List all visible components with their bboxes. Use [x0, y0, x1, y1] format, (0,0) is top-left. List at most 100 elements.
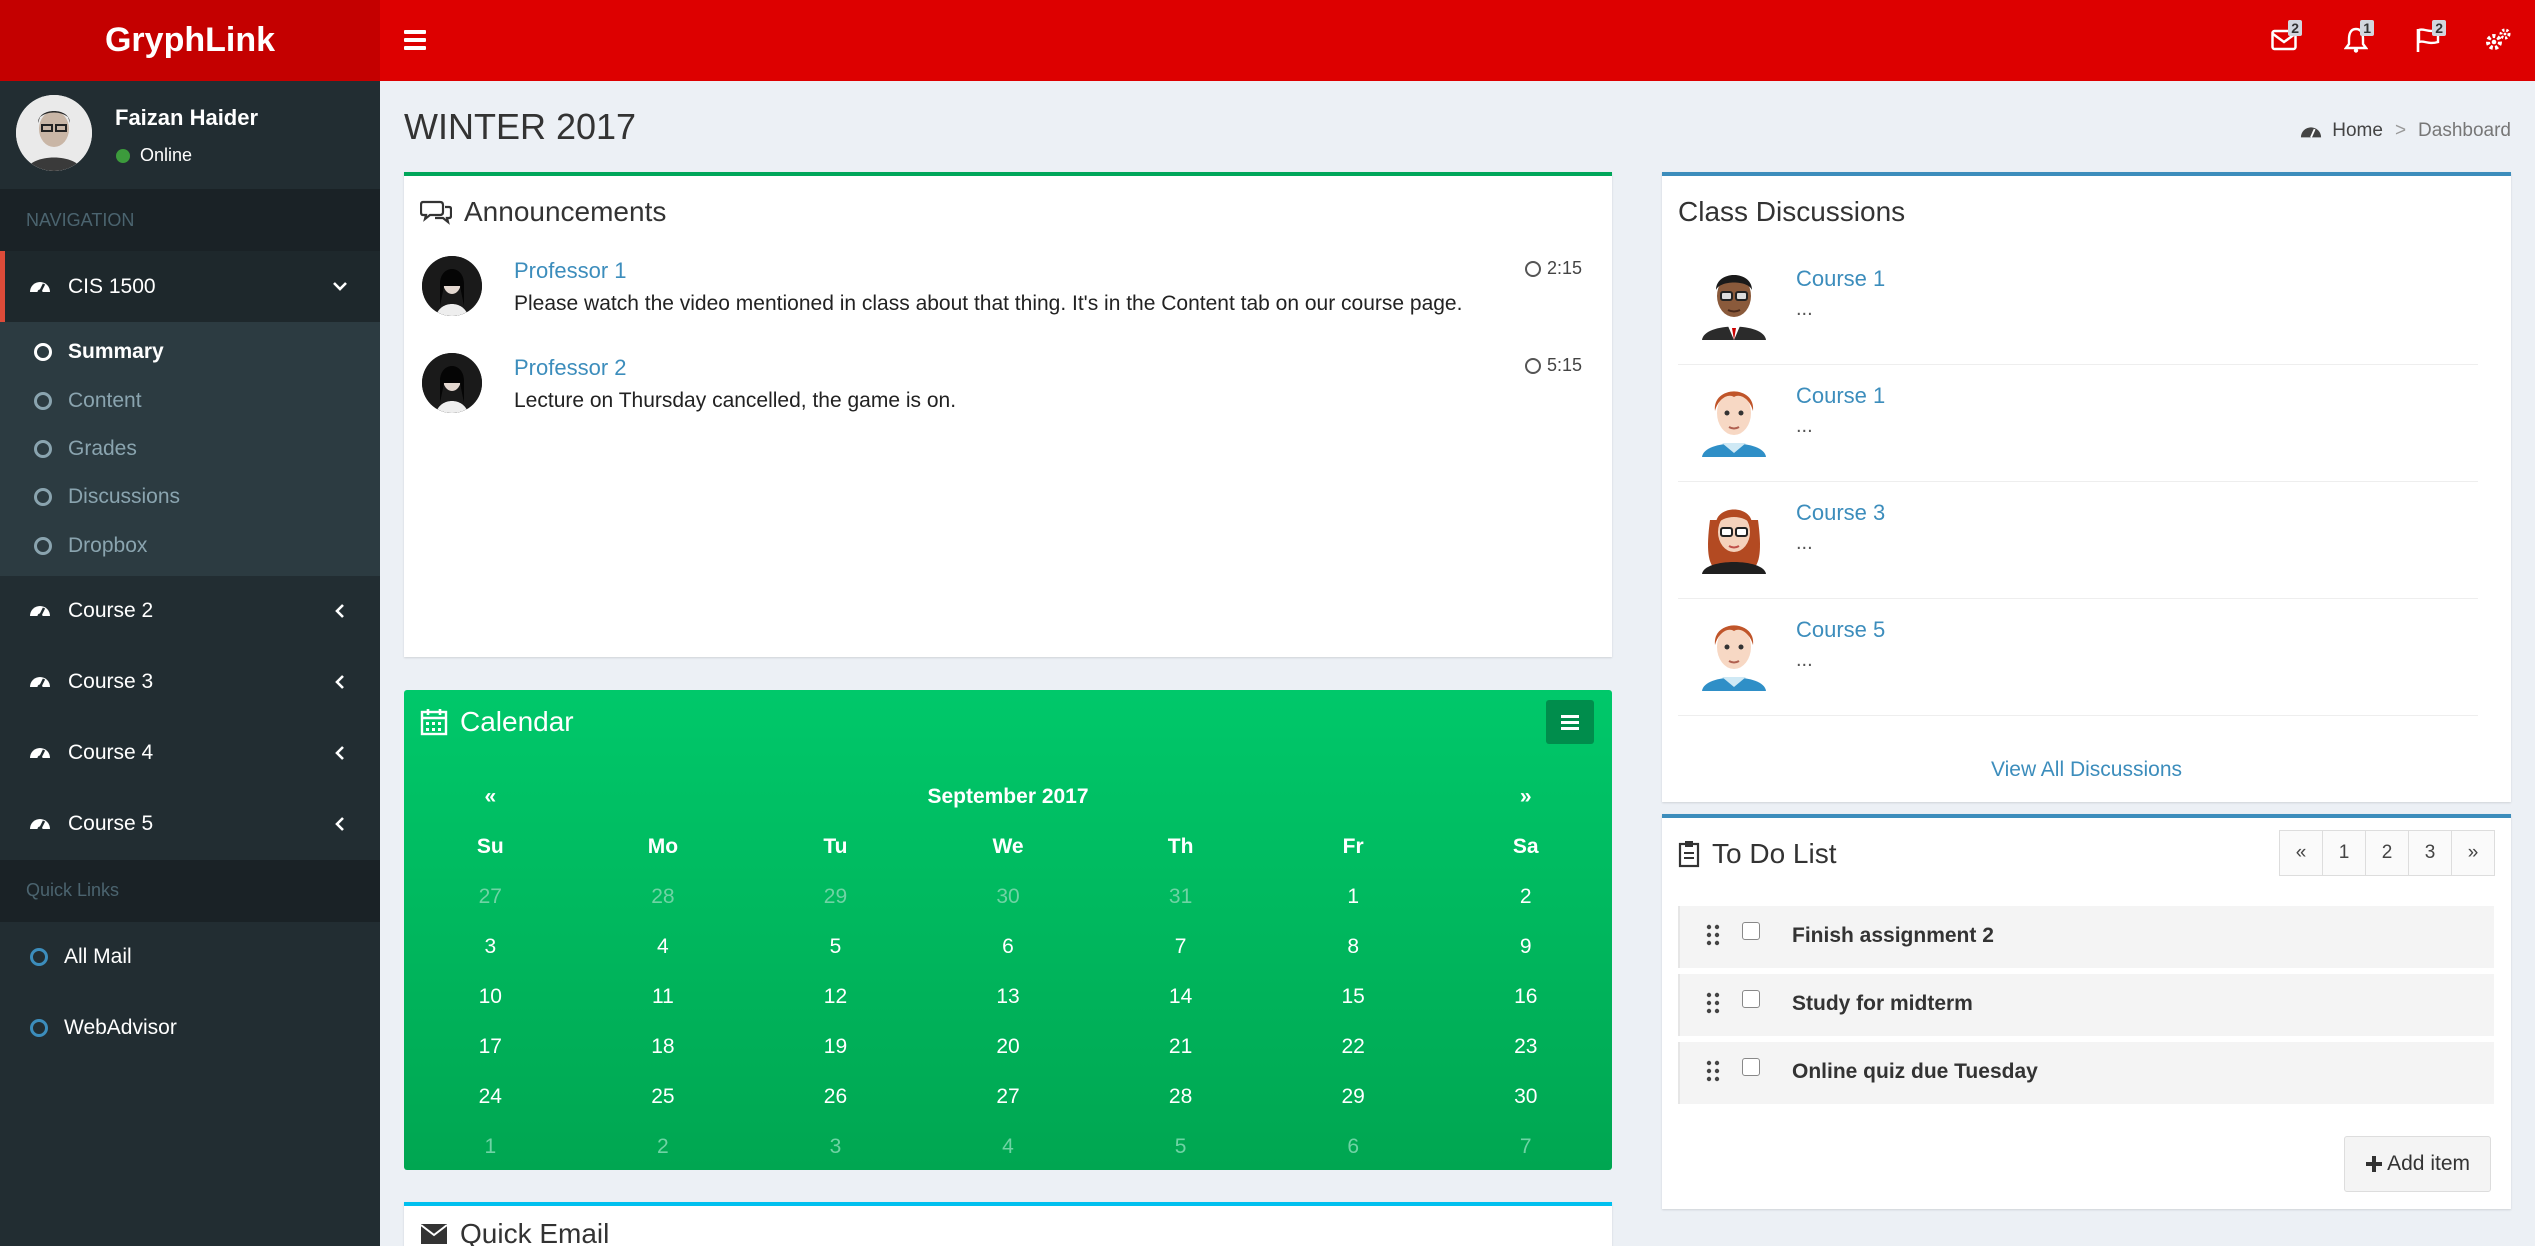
calendar-day[interactable]: 3	[749, 1135, 922, 1159]
calendar-menu-button[interactable]	[1546, 700, 1594, 744]
calendar-day[interactable]: 6	[1267, 1135, 1440, 1159]
calendar-grid: « September 2017 » Su Mo Tu We Th Fr Sa 27 28 29…	[404, 772, 1612, 1172]
sidebar-item-course-4[interactable]: Course 4	[0, 718, 380, 789]
calendar-day[interactable]: 13	[922, 985, 1095, 1009]
todo-checkbox[interactable]	[1742, 1058, 1760, 1076]
bars-icon[interactable]	[404, 26, 426, 54]
pager-next[interactable]: »	[2451, 830, 2495, 876]
calendar-day[interactable]: 1	[404, 1135, 577, 1159]
calendar-day[interactable]: 4	[577, 935, 750, 959]
calendar-day[interactable]: 28	[1094, 1085, 1267, 1109]
avatar	[1694, 256, 1774, 340]
sidebar-item-course-5[interactable]: Course 5	[0, 789, 380, 860]
view-all-discussions-link[interactable]: View All Discussions	[1662, 758, 2511, 782]
gears-icon[interactable]	[2478, 20, 2518, 60]
submenu-item-discussions[interactable]: Discussions	[0, 473, 380, 521]
discussion-course-link[interactable]: Course 1	[1796, 383, 1885, 409]
sidebar-item-cis1500[interactable]: CIS 1500	[0, 251, 380, 322]
submenu-item-content[interactable]: Content	[0, 376, 380, 424]
flag-icon[interactable]: 2	[2408, 20, 2448, 60]
todo-checkbox[interactable]	[1742, 990, 1760, 1008]
calendar-day[interactable]: 10	[404, 985, 577, 1009]
announcement-author-link[interactable]: Professor 1	[514, 258, 627, 284]
calendar-day[interactable]: 15	[1267, 985, 1440, 1009]
circle-icon	[30, 948, 48, 967]
calendar-day[interactable]: 30	[1439, 1085, 1612, 1109]
mail-icon[interactable]: 2	[2264, 20, 2304, 60]
calendar-day[interactable]: 14	[1094, 985, 1267, 1009]
submenu-item-dropbox[interactable]: Dropbox	[0, 522, 380, 570]
calendar-day[interactable]: 26	[749, 1085, 922, 1109]
calendar-day[interactable]: 5	[1094, 1135, 1267, 1159]
announcement-time: 2:15	[1524, 258, 1582, 279]
calendar-day[interactable]: 24	[404, 1085, 577, 1109]
clipboard-icon	[1678, 841, 1700, 868]
calendar-day[interactable]: 6	[922, 935, 1095, 959]
calendar-next-button[interactable]: »	[1439, 785, 1612, 809]
calendar-day[interactable]: 2	[1439, 885, 1612, 909]
app-logo[interactable]: GryphLink	[0, 0, 380, 81]
calendar-month-label[interactable]: September 2017	[577, 785, 1440, 809]
calendar-day[interactable]: 11	[577, 985, 750, 1009]
circle-icon	[34, 439, 52, 458]
calendar-day[interactable]: 30	[922, 885, 1095, 909]
dashboard-icon	[30, 677, 50, 690]
add-item-button[interactable]: Add item	[2344, 1136, 2491, 1192]
submenu-item-summary[interactable]: Summary	[0, 328, 380, 376]
discussion-course-link[interactable]: Course 5	[1796, 617, 1885, 643]
breadcrumb-home[interactable]: Home	[2332, 120, 2383, 142]
announcement-author-link[interactable]: Professor 2	[514, 355, 627, 381]
calendar-day[interactable]: 20	[922, 1035, 1095, 1059]
calendar-day[interactable]: 9	[1439, 935, 1612, 959]
calendar-day[interactable]: 29	[749, 885, 922, 909]
quick-link-all-mail[interactable]: All Mail	[0, 922, 380, 993]
calendar-day[interactable]: 16	[1439, 985, 1612, 1009]
pager-page-1[interactable]: 1	[2322, 830, 2366, 876]
calendar-day[interactable]: 12	[749, 985, 922, 1009]
calendar-day[interactable]: 19	[749, 1035, 922, 1059]
calendar-day[interactable]: 21	[1094, 1035, 1267, 1059]
calendar-day[interactable]: 8	[1267, 935, 1440, 959]
bell-icon[interactable]: 1	[2336, 20, 2376, 60]
calendar-day[interactable]: 7	[1439, 1135, 1612, 1159]
avatar[interactable]	[16, 95, 92, 171]
calendar-day[interactable]: 27	[404, 885, 577, 909]
calendar-day[interactable]: 5	[749, 935, 922, 959]
discussion-course-link[interactable]: Course 3	[1796, 500, 1885, 526]
calendar-day[interactable]: 23	[1439, 1035, 1612, 1059]
calendar-day[interactable]: 18	[577, 1035, 750, 1059]
calendar-day[interactable]: 28	[577, 885, 750, 909]
calendar-day[interactable]: 31	[1094, 885, 1267, 909]
submenu-item-grades[interactable]: Grades	[0, 425, 380, 473]
quick-link-label: WebAdvisor	[64, 1016, 177, 1040]
calendar-day[interactable]: 22	[1267, 1035, 1440, 1059]
discussion-item: Course 1...	[1678, 248, 2478, 365]
calendar-day[interactable]: 3	[404, 935, 577, 959]
calendar-day[interactable]: 1	[1267, 885, 1440, 909]
drag-handle-icon[interactable]	[1706, 1060, 1720, 1082]
calendar-day[interactable]: 7	[1094, 935, 1267, 959]
sidebar-item-course-3[interactable]: Course 3	[0, 647, 380, 718]
drag-handle-icon[interactable]	[1706, 924, 1720, 946]
pager-page-3[interactable]: 3	[2408, 830, 2452, 876]
pager-page-2[interactable]: 2	[2365, 830, 2409, 876]
sidebar-item-course-2[interactable]: Course 2	[0, 576, 380, 647]
pager-prev[interactable]: «	[2279, 830, 2323, 876]
calendar-day[interactable]: 4	[922, 1135, 1095, 1159]
calendar-weekday-row: Su Mo Tu We Th Fr Sa	[404, 822, 1612, 872]
quick-link-webadvisor[interactable]: WebAdvisor	[0, 993, 380, 1064]
calendar-day[interactable]: 17	[404, 1035, 577, 1059]
calendar-day[interactable]: 2	[577, 1135, 750, 1159]
discussion-course-link[interactable]: Course 1	[1796, 266, 1885, 292]
calendar-day[interactable]: 25	[577, 1085, 750, 1109]
dashboard-icon	[2301, 127, 2322, 138]
todo-text: Online quiz due Tuesday	[1792, 1060, 2038, 1083]
discussion-item: Course 1...	[1678, 365, 2478, 482]
calendar-day[interactable]: 29	[1267, 1085, 1440, 1109]
todo-checkbox[interactable]	[1742, 922, 1760, 940]
calendar-day[interactable]: 27	[922, 1085, 1095, 1109]
add-item-label: Add item	[2387, 1152, 2470, 1175]
drag-handle-icon[interactable]	[1706, 992, 1720, 1014]
calendar-prev-button[interactable]: «	[404, 785, 577, 809]
page-title: WINTER 2017	[404, 106, 637, 147]
